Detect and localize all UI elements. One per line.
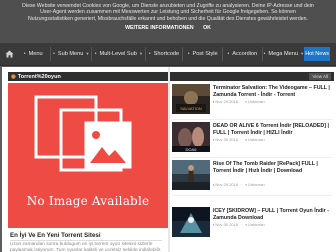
- post-meta: ▪ Nov 30 2016 · ▪ Unknown: [213, 137, 265, 142]
- no-image-placeholder[interactable]: No Image Available: [8, 83, 168, 228]
- nav-item-label: Post Style: [192, 51, 218, 57]
- nav-item-mega-menu[interactable]: • Mega Menu ▾: [263, 47, 305, 61]
- meta-separator: ·: [241, 137, 243, 142]
- user-icon: ▪: [245, 137, 247, 142]
- divider: [172, 195, 332, 196]
- post-date: Nov 29 2016: [215, 99, 239, 104]
- nav-item-post-style[interactable]: • Post Style: [183, 47, 223, 61]
- cookie-ok-button[interactable]: OK: [203, 25, 211, 31]
- user-icon: ▪: [245, 222, 247, 227]
- nav-item-label: Menu: [28, 51, 43, 57]
- post-author[interactable]: Unknown: [248, 182, 265, 187]
- divider: [172, 157, 332, 158]
- featured-post-excerpt: Uzun zamandan sonra buldugum en iyi torr…: [10, 242, 162, 252]
- user-icon: ▪: [245, 182, 247, 187]
- cookie-text: Diese Website verwendet Cookies von Goog…: [22, 3, 314, 22]
- bullet-icon: •: [94, 51, 97, 57]
- calendar-icon: ▪: [213, 99, 215, 104]
- nav-item-menu[interactable]: • Menu: [17, 47, 51, 61]
- user-icon: ▪: [245, 99, 247, 104]
- post-meta: ▪ Nov 29 2016 · ▪ Unknown: [213, 99, 265, 104]
- cookie-banner: Diese Website verwendet Cookies von Goog…: [0, 0, 336, 43]
- post-date: Nov 30 2016: [215, 222, 239, 227]
- rss-icon: ◉: [11, 73, 16, 80]
- svg-text:SALVATION: SALVATION: [180, 106, 202, 111]
- bullet-icon: •: [53, 51, 55, 57]
- svg-text:DOA6: DOA6: [186, 147, 198, 152]
- recent-post-item[interactable]: SALVATION Terminator Salvation: The Vide…: [170, 84, 336, 122]
- bullet-icon: •: [148, 51, 151, 57]
- nav-item-multi-level[interactable]: • Mult-Level Sub ▾: [92, 47, 146, 61]
- post-meta: ▪ Nov 29 2016 · ▪ Unknown: [213, 182, 265, 187]
- section-header: ◉ Torrent%20oyun: [8, 72, 168, 81]
- bullet-icon: •: [23, 51, 26, 57]
- post-title[interactable]: Rise Of The Tomb Raider [RePack] FULL | …: [213, 161, 333, 174]
- post-author[interactable]: Unknown: [248, 137, 265, 142]
- calendar-icon: ▪: [213, 222, 215, 227]
- nav-item-accordion[interactable]: • Accordion: [223, 47, 263, 61]
- no-image-caption: No Image Available: [26, 194, 150, 208]
- post-title[interactable]: DEAD OR ALIVE 6 Torrent İndir [RELOADED]…: [213, 123, 333, 136]
- bullet-icon: •: [263, 51, 266, 57]
- recent-post-item[interactable]: DOA6 DEAD OR ALIVE 6 Torrent İndir [RELO…: [170, 122, 336, 160]
- post-date: Nov 30 2016: [215, 137, 239, 142]
- meta-separator: ·: [241, 182, 243, 187]
- post-thumbnail[interactable]: SALVATION: [172, 84, 210, 114]
- meta-separator: ·: [241, 99, 243, 104]
- home-icon[interactable]: [3, 47, 17, 61]
- post-thumbnail[interactable]: [172, 207, 210, 237]
- divider: [172, 119, 332, 120]
- post-author[interactable]: Unknown: [248, 99, 265, 104]
- featured-column: ◉ Torrent%20oyun No Image Available En İ…: [2, 67, 168, 252]
- main-content: ◉ Torrent%20oyun No Image Available En İ…: [2, 67, 336, 252]
- post-author[interactable]: Unknown: [248, 222, 265, 227]
- calendar-icon: ▪: [213, 137, 215, 142]
- caret-down-icon: ▾: [139, 51, 143, 56]
- caret-down-icon: ▾: [300, 51, 304, 56]
- nav-item-label: Mega Menu: [268, 51, 298, 57]
- bullet-icon: •: [187, 51, 190, 57]
- caret-down-icon: ▾: [86, 51, 89, 56]
- nav-item-shortcode[interactable]: • Shortcode: [146, 47, 184, 61]
- recent-post-item[interactable]: Rise Of The Tomb Raider [RePack] FULL | …: [170, 160, 336, 198]
- main-navbar: • Menu • Sub Menu ▾ • Mult-Level Sub ▾ • Short…: [0, 43, 336, 66]
- post-title[interactable]: Terminator Salvation: The Videogame – FU…: [213, 85, 333, 98]
- section-title[interactable]: Torrent%20oyun: [18, 74, 61, 80]
- nav-item-label: Shortcode: [153, 51, 180, 57]
- post-thumbnail[interactable]: [172, 160, 210, 190]
- post-thumbnail[interactable]: DOA6: [172, 122, 210, 152]
- featured-post-title[interactable]: En İyi Ve En Yeni Torrent Sitesi: [10, 232, 101, 239]
- nav-item-sub-menu[interactable]: • Sub Menu ▾: [51, 47, 93, 61]
- calendar-icon: ▪: [213, 182, 215, 187]
- meta-separator: ·: [241, 222, 243, 227]
- more-info-link[interactable]: WEITERE INFORMATIONEN: [125, 25, 194, 31]
- cookie-actions: WEITERE INFORMATIONEN OK: [20, 25, 316, 31]
- hot-news-button[interactable]: Hot News: [304, 47, 331, 61]
- nav-item-label: Sub Menu: [57, 51, 84, 57]
- post-meta: ▪ Nov 30 2016 · ▪ Unknown: [213, 222, 265, 227]
- recent-post-item[interactable]: ICEY [SKIDROW] – FULL | Torrent Oyun İnd…: [170, 207, 336, 245]
- nav-item-label: Mult-Level Sub: [99, 51, 137, 57]
- recent-posts-header: View All: [170, 72, 334, 81]
- post-title[interactable]: ICEY [SKIDROW] – FULL | Torrent Oyun İnd…: [213, 208, 333, 221]
- nav-item-label: Accordion: [232, 51, 258, 57]
- recent-posts-column: View All SALVATION Terminator Salvation:…: [170, 67, 336, 252]
- view-all-button[interactable]: View All: [309, 73, 331, 80]
- bullet-icon: •: [227, 51, 230, 57]
- post-date: Nov 29 2016: [215, 182, 239, 187]
- divider: [10, 240, 162, 241]
